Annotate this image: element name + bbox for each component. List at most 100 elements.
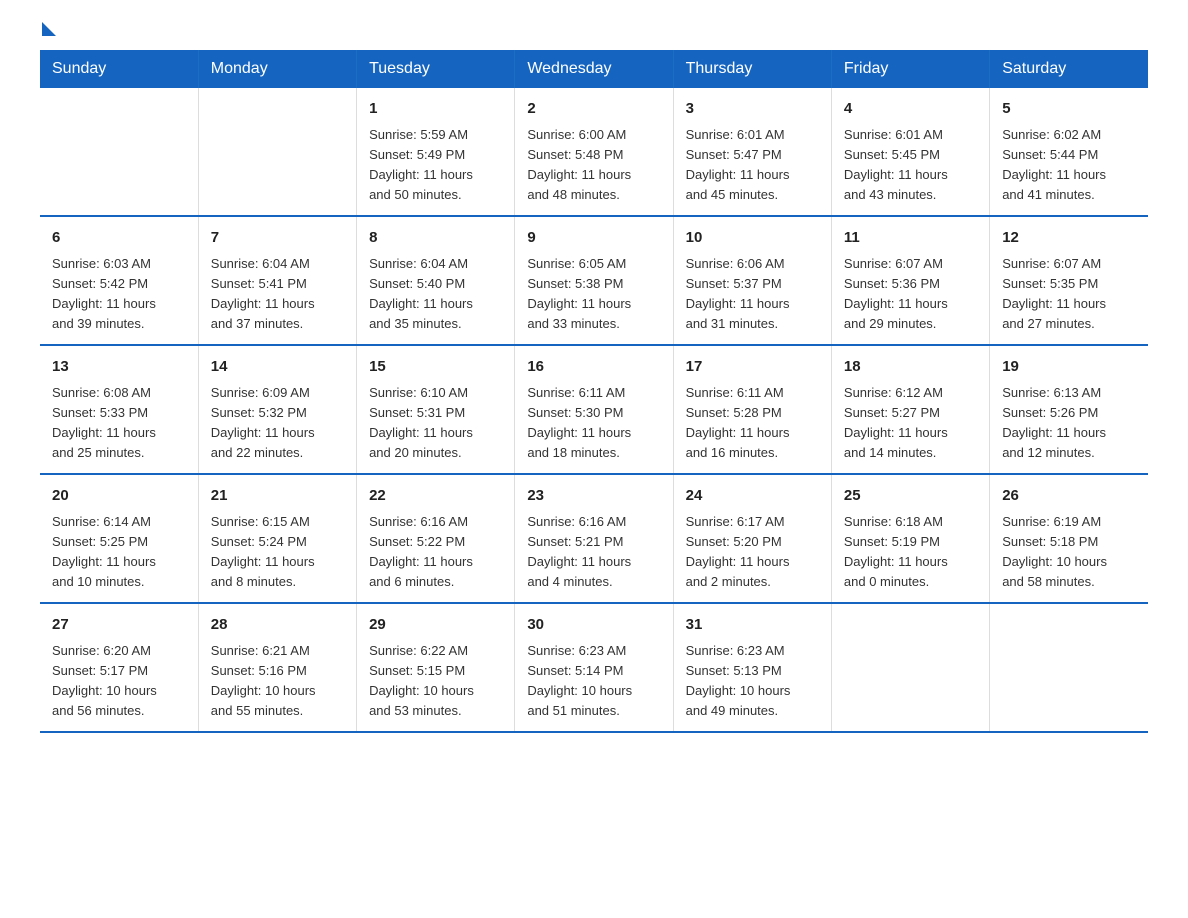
day-info: Sunrise: 6:17 AM Sunset: 5:20 PM Dayligh… bbox=[686, 512, 819, 593]
day-info: Sunrise: 6:00 AM Sunset: 5:48 PM Dayligh… bbox=[527, 125, 660, 206]
weekday-header-tuesday: Tuesday bbox=[357, 50, 515, 88]
calendar-cell: 30Sunrise: 6:23 AM Sunset: 5:14 PM Dayli… bbox=[515, 603, 673, 732]
day-info: Sunrise: 6:04 AM Sunset: 5:41 PM Dayligh… bbox=[211, 254, 344, 335]
calendar-cell: 24 Sunrise: 6:17 AM Sunset: 5:20 PM Dayli… bbox=[673, 474, 831, 603]
day-number: 6 bbox=[52, 227, 186, 250]
day-info: Sunrise: 6:16 AM Sunset: 5:21 PM Dayligh… bbox=[527, 512, 660, 593]
day-number: 27 bbox=[52, 614, 186, 637]
weekday-header-wednesday: Wednesday bbox=[515, 50, 673, 88]
day-info: Sunrise: 6:23 AM Sunset: 5:13 PM Dayligh… bbox=[686, 641, 819, 722]
calendar-table: SundayMondayTuesdayWednesdayThursdayFrid… bbox=[40, 50, 1148, 733]
day-info: Sunrise: 6:11 AM Sunset: 5:30 PM Dayligh… bbox=[527, 383, 660, 464]
calendar-cell: 23 Sunrise: 6:16 AM Sunset: 5:21 PM Dayli… bbox=[515, 474, 673, 603]
day-number: 24 bbox=[686, 485, 819, 508]
day-number: 2 bbox=[527, 98, 660, 121]
day-info: Sunrise: 6:08 AM Sunset: 5:33 PM Dayligh… bbox=[52, 383, 186, 464]
weekday-header-row: SundayMondayTuesdayWednesdayThursdayFrid… bbox=[40, 50, 1148, 88]
day-info: Sunrise: 6:14 AM Sunset: 5:25 PM Dayligh… bbox=[52, 512, 186, 593]
calendar-cell: 17 Sunrise: 6:11 AM Sunset: 5:28 PM Dayli… bbox=[673, 345, 831, 474]
day-number: 18 bbox=[844, 356, 977, 379]
day-number: 30 bbox=[527, 614, 660, 637]
day-info: Sunrise: 6:03 AM Sunset: 5:42 PM Dayligh… bbox=[52, 254, 186, 335]
day-number: 16 bbox=[527, 356, 660, 379]
day-info: Sunrise: 6:20 AM Sunset: 5:17 PM Dayligh… bbox=[52, 641, 186, 722]
day-info: Sunrise: 6:21 AM Sunset: 5:16 PM Dayligh… bbox=[211, 641, 344, 722]
day-info: Sunrise: 6:18 AM Sunset: 5:19 PM Dayligh… bbox=[844, 512, 977, 593]
calendar-cell: 13 Sunrise: 6:08 AM Sunset: 5:33 PM Dayli… bbox=[40, 345, 198, 474]
day-number: 31 bbox=[686, 614, 819, 637]
calendar-cell bbox=[198, 88, 356, 216]
weekday-header-sunday: Sunday bbox=[40, 50, 198, 88]
day-number: 28 bbox=[211, 614, 344, 637]
calendar-cell bbox=[831, 603, 989, 732]
day-number: 11 bbox=[844, 227, 977, 250]
calendar-cell: 15 Sunrise: 6:10 AM Sunset: 5:31 PM Dayli… bbox=[357, 345, 515, 474]
calendar-cell: 18 Sunrise: 6:12 AM Sunset: 5:27 PM Dayli… bbox=[831, 345, 989, 474]
day-number: 29 bbox=[369, 614, 502, 637]
day-number: 22 bbox=[369, 485, 502, 508]
day-number: 8 bbox=[369, 227, 502, 250]
day-info: Sunrise: 6:09 AM Sunset: 5:32 PM Dayligh… bbox=[211, 383, 344, 464]
calendar-cell: 3Sunrise: 6:01 AM Sunset: 5:47 PM Daylig… bbox=[673, 88, 831, 216]
day-info: Sunrise: 5:59 AM Sunset: 5:49 PM Dayligh… bbox=[369, 125, 502, 206]
calendar-cell: 27 Sunrise: 6:20 AM Sunset: 5:17 PM Dayli… bbox=[40, 603, 198, 732]
day-number: 13 bbox=[52, 356, 186, 379]
calendar-week-row: 20 Sunrise: 6:14 AM Sunset: 5:25 PM Dayli… bbox=[40, 474, 1148, 603]
day-number: 15 bbox=[369, 356, 502, 379]
day-number: 26 bbox=[1002, 485, 1136, 508]
calendar-cell: 5Sunrise: 6:02 AM Sunset: 5:44 PM Daylig… bbox=[990, 88, 1148, 216]
day-number: 17 bbox=[686, 356, 819, 379]
day-info: Sunrise: 6:15 AM Sunset: 5:24 PM Dayligh… bbox=[211, 512, 344, 593]
day-number: 23 bbox=[527, 485, 660, 508]
day-info: Sunrise: 6:05 AM Sunset: 5:38 PM Dayligh… bbox=[527, 254, 660, 335]
calendar-week-row: 13 Sunrise: 6:08 AM Sunset: 5:33 PM Dayli… bbox=[40, 345, 1148, 474]
day-info: Sunrise: 6:02 AM Sunset: 5:44 PM Dayligh… bbox=[1002, 125, 1136, 206]
day-info: Sunrise: 6:10 AM Sunset: 5:31 PM Dayligh… bbox=[369, 383, 502, 464]
calendar-week-row: 1 Sunrise: 5:59 AM Sunset: 5:49 PM Daylig… bbox=[40, 88, 1148, 216]
calendar-week-row: 6 Sunrise: 6:03 AM Sunset: 5:42 PM Daylig… bbox=[40, 216, 1148, 345]
day-number: 12 bbox=[1002, 227, 1136, 250]
weekday-header-saturday: Saturday bbox=[990, 50, 1148, 88]
weekday-header-friday: Friday bbox=[831, 50, 989, 88]
calendar-cell: 29 Sunrise: 6:22 AM Sunset: 5:15 PM Dayli… bbox=[357, 603, 515, 732]
calendar-cell: 21 Sunrise: 6:15 AM Sunset: 5:24 PM Dayli… bbox=[198, 474, 356, 603]
day-number: 9 bbox=[527, 227, 660, 250]
calendar-cell: 2 Sunrise: 6:00 AM Sunset: 5:48 PM Daylig… bbox=[515, 88, 673, 216]
calendar-cell: 22Sunrise: 6:16 AM Sunset: 5:22 PM Dayli… bbox=[357, 474, 515, 603]
day-info: Sunrise: 6:01 AM Sunset: 5:47 PM Dayligh… bbox=[686, 125, 819, 206]
calendar-cell: 20 Sunrise: 6:14 AM Sunset: 5:25 PM Dayli… bbox=[40, 474, 198, 603]
page-header bbox=[40, 30, 1148, 36]
day-number: 20 bbox=[52, 485, 186, 508]
calendar-cell: 7 Sunrise: 6:04 AM Sunset: 5:41 PM Daylig… bbox=[198, 216, 356, 345]
calendar-cell: 26 Sunrise: 6:19 AM Sunset: 5:18 PM Dayli… bbox=[990, 474, 1148, 603]
logo bbox=[40, 30, 56, 36]
day-info: Sunrise: 6:06 AM Sunset: 5:37 PM Dayligh… bbox=[686, 254, 819, 335]
calendar-cell: 4Sunrise: 6:01 AM Sunset: 5:45 PM Daylig… bbox=[831, 88, 989, 216]
calendar-cell: 6 Sunrise: 6:03 AM Sunset: 5:42 PM Daylig… bbox=[40, 216, 198, 345]
day-info: Sunrise: 6:13 AM Sunset: 5:26 PM Dayligh… bbox=[1002, 383, 1136, 464]
day-number: 10 bbox=[686, 227, 819, 250]
day-info: Sunrise: 6:12 AM Sunset: 5:27 PM Dayligh… bbox=[844, 383, 977, 464]
day-info: Sunrise: 6:19 AM Sunset: 5:18 PM Dayligh… bbox=[1002, 512, 1136, 593]
calendar-week-row: 27 Sunrise: 6:20 AM Sunset: 5:17 PM Dayli… bbox=[40, 603, 1148, 732]
day-info: Sunrise: 6:04 AM Sunset: 5:40 PM Dayligh… bbox=[369, 254, 502, 335]
calendar-cell bbox=[40, 88, 198, 216]
day-info: Sunrise: 6:22 AM Sunset: 5:15 PM Dayligh… bbox=[369, 641, 502, 722]
calendar-cell: 10 Sunrise: 6:06 AM Sunset: 5:37 PM Dayli… bbox=[673, 216, 831, 345]
weekday-header-thursday: Thursday bbox=[673, 50, 831, 88]
calendar-cell: 14 Sunrise: 6:09 AM Sunset: 5:32 PM Dayli… bbox=[198, 345, 356, 474]
day-number: 21 bbox=[211, 485, 344, 508]
day-info: Sunrise: 6:07 AM Sunset: 5:36 PM Dayligh… bbox=[844, 254, 977, 335]
day-number: 25 bbox=[844, 485, 977, 508]
calendar-cell: 11 Sunrise: 6:07 AM Sunset: 5:36 PM Dayli… bbox=[831, 216, 989, 345]
calendar-cell: 28 Sunrise: 6:21 AM Sunset: 5:16 PM Dayli… bbox=[198, 603, 356, 732]
day-info: Sunrise: 6:11 AM Sunset: 5:28 PM Dayligh… bbox=[686, 383, 819, 464]
calendar-cell: 12Sunrise: 6:07 AM Sunset: 5:35 PM Dayli… bbox=[990, 216, 1148, 345]
day-number: 14 bbox=[211, 356, 344, 379]
calendar-body: 1 Sunrise: 5:59 AM Sunset: 5:49 PM Daylig… bbox=[40, 88, 1148, 732]
day-number: 7 bbox=[211, 227, 344, 250]
day-number: 4 bbox=[844, 98, 977, 121]
calendar-cell: 1 Sunrise: 5:59 AM Sunset: 5:49 PM Daylig… bbox=[357, 88, 515, 216]
calendar-cell: 19Sunrise: 6:13 AM Sunset: 5:26 PM Dayli… bbox=[990, 345, 1148, 474]
day-number: 1 bbox=[369, 98, 502, 121]
